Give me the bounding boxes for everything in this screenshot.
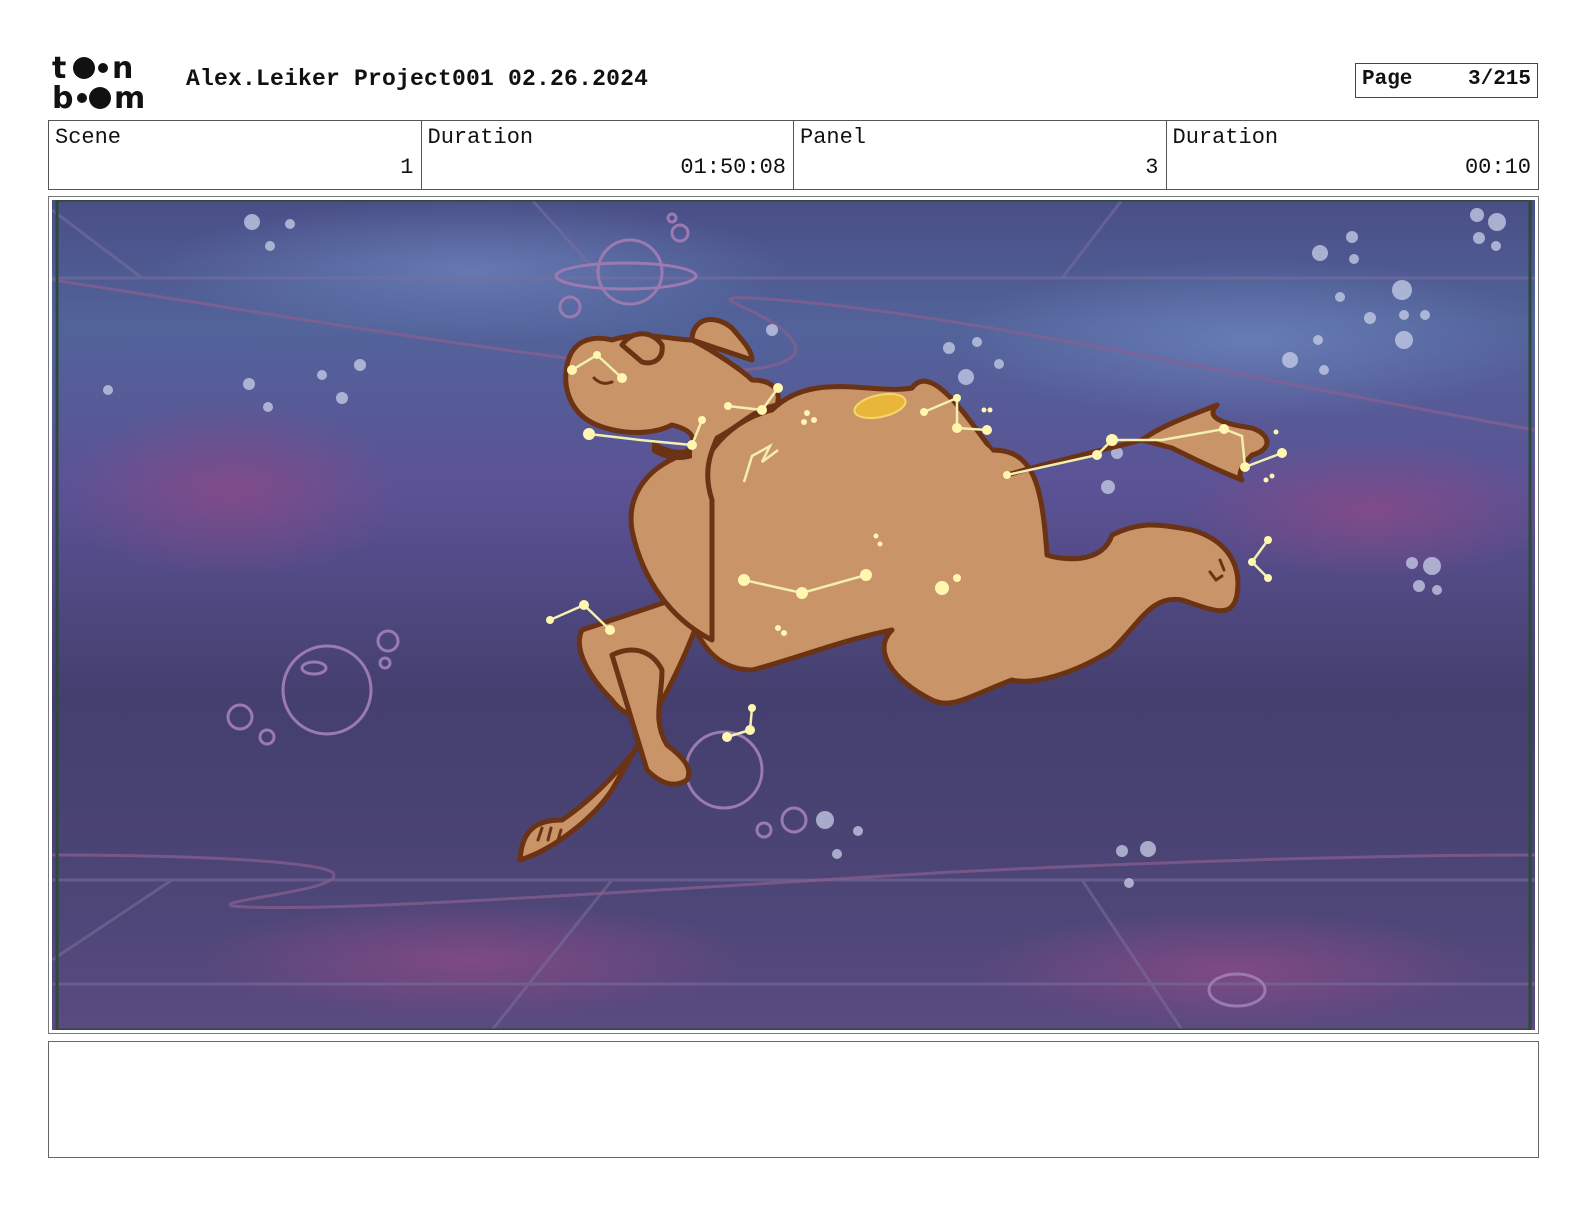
- scene-cell: Scene 1: [49, 121, 422, 189]
- page-indicator: Page 3/215: [1355, 63, 1538, 98]
- scene-duration-label: Duration: [427, 125, 534, 150]
- nebula-cloud: [952, 260, 1535, 420]
- nebula-cloud: [192, 900, 752, 1020]
- svg-text:m: m: [114, 81, 145, 112]
- svg-text:b: b: [52, 81, 73, 112]
- nebula-cloud: [62, 400, 402, 580]
- panel-label: Panel: [800, 125, 867, 150]
- panel-info-bar: Scene 1 Duration 01:50:08 Panel 3 Durati…: [48, 120, 1539, 190]
- panel-duration-label: Duration: [1172, 125, 1279, 150]
- panel-cell: Panel 3: [794, 121, 1167, 189]
- scene-duration-value: 01:50:08: [680, 155, 786, 180]
- toon-boom-logo: t n b m: [52, 51, 145, 112]
- nebula-cloud: [972, 910, 1492, 1030]
- panel-duration-cell: Duration 00:10: [1167, 121, 1539, 189]
- panel-notes-box[interactable]: [48, 1041, 1539, 1158]
- scene-value: 1: [400, 155, 414, 180]
- scene-duration-cell: Duration 01:50:08: [422, 121, 794, 189]
- page-number: 3/215: [1467, 68, 1531, 91]
- storyboard-panel-image: [52, 200, 1535, 1030]
- panel-value: 3: [1145, 155, 1159, 180]
- panel-duration-value: 00:10: [1464, 155, 1531, 180]
- document-title: Alex.Leiker Project001 02.26.2024: [186, 66, 649, 92]
- scene-label: Scene: [55, 125, 122, 150]
- page-label: Page: [1362, 68, 1413, 91]
